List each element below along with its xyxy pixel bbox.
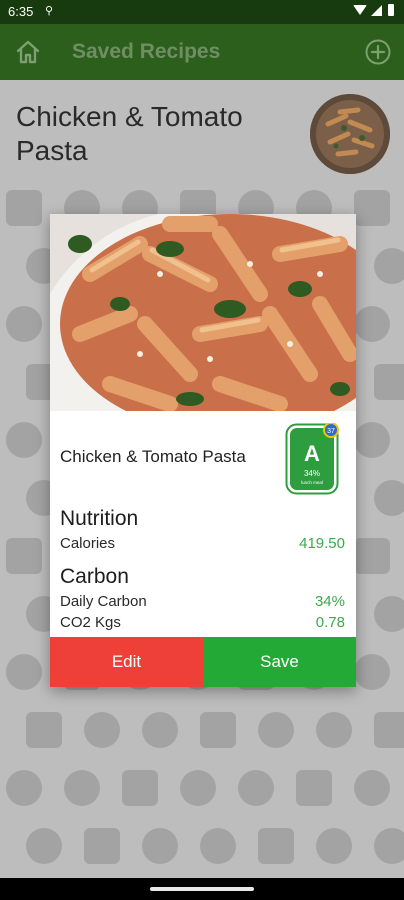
food-pattern-icon bbox=[6, 190, 42, 226]
status-time: 6:35 bbox=[8, 4, 34, 19]
food-pattern-icon bbox=[354, 538, 390, 574]
food-pattern-icon bbox=[26, 828, 62, 864]
food-pattern-icon bbox=[84, 828, 120, 864]
calories-label: Calories bbox=[60, 535, 116, 552]
recipe-photo bbox=[50, 214, 356, 411]
pasta-thumbnail-image bbox=[310, 94, 390, 174]
food-pattern-icon bbox=[6, 538, 42, 574]
system-nav-bar bbox=[0, 878, 404, 900]
food-pattern-icon bbox=[200, 828, 236, 864]
food-pattern-icon bbox=[258, 828, 294, 864]
calories-value: 419.50 bbox=[299, 535, 345, 552]
food-pattern-icon bbox=[374, 712, 404, 748]
badge-percent: 34% bbox=[304, 469, 320, 478]
food-pattern-icon bbox=[142, 712, 178, 748]
food-pattern-icon bbox=[354, 770, 390, 806]
status-icons bbox=[353, 4, 394, 16]
food-pattern-icon bbox=[64, 770, 100, 806]
food-pattern-icon bbox=[142, 828, 178, 864]
food-pattern-icon bbox=[316, 712, 352, 748]
co2-kgs-value: 0.78 bbox=[315, 614, 345, 631]
home-button[interactable] bbox=[14, 38, 42, 66]
food-pattern-icon bbox=[374, 480, 404, 516]
food-pattern-icon bbox=[84, 712, 120, 748]
home-gesture-handle[interactable] bbox=[150, 887, 254, 891]
food-pattern-icon bbox=[354, 654, 390, 690]
food-pattern-icon bbox=[296, 770, 332, 806]
usb-icon: ⚲ bbox=[45, 5, 54, 17]
food-pattern-icon bbox=[354, 422, 390, 458]
food-pattern-icon bbox=[374, 828, 404, 864]
co2-kgs-label: CO2 Kgs bbox=[60, 614, 121, 631]
food-pattern-icon bbox=[200, 712, 236, 748]
pasta-photo bbox=[50, 214, 356, 411]
food-pattern-icon bbox=[180, 770, 216, 806]
battery-icon bbox=[388, 4, 394, 16]
save-button[interactable]: Save bbox=[203, 637, 356, 687]
food-pattern-icon bbox=[238, 770, 274, 806]
nutrition-heading: Nutrition bbox=[60, 507, 139, 530]
food-pattern-icon bbox=[6, 306, 42, 342]
add-recipe-button[interactable] bbox=[364, 38, 392, 66]
recipe-thumbnail[interactable] bbox=[310, 94, 390, 174]
food-pattern-icon bbox=[6, 654, 42, 690]
wifi-icon bbox=[353, 5, 367, 15]
food-pattern-icon bbox=[374, 596, 404, 632]
badge-dot-value: 37 bbox=[327, 428, 335, 435]
food-pattern-icon bbox=[6, 770, 42, 806]
food-pattern-icon bbox=[354, 306, 390, 342]
daily-carbon-label: Daily Carbon bbox=[60, 593, 147, 610]
edit-button[interactable]: Edit bbox=[50, 637, 203, 687]
app-bar: Saved Recipes bbox=[0, 24, 404, 80]
signal-icon bbox=[371, 4, 382, 16]
food-pattern-icon bbox=[258, 712, 294, 748]
badge-caption: lunch meal bbox=[301, 480, 323, 485]
badge-grade: A bbox=[304, 441, 320, 466]
dialog-recipe-title: Chicken & Tomato Pasta bbox=[60, 447, 246, 466]
food-pattern-icon bbox=[374, 364, 404, 400]
food-pattern-icon bbox=[6, 422, 42, 458]
food-pattern-icon bbox=[122, 770, 158, 806]
status-bar: 6:35 ⚲ bbox=[0, 0, 404, 24]
food-pattern-icon bbox=[316, 828, 352, 864]
recipe-heading: Chicken & Tomato Pasta bbox=[16, 101, 243, 166]
food-pattern-icon bbox=[26, 712, 62, 748]
daily-carbon-value: 34% bbox=[314, 593, 345, 610]
app-title: Saved Recipes bbox=[72, 40, 221, 63]
carbon-heading: Carbon bbox=[60, 565, 129, 588]
carbon-grade-badge: 37 A 34% lunch meal bbox=[285, 422, 339, 495]
recipe-detail-dialog: Chicken & Tomato Pasta 37 A 34% lunch me… bbox=[50, 214, 356, 687]
home-icon bbox=[16, 40, 40, 64]
food-pattern-icon bbox=[374, 248, 404, 284]
food-pattern-icon bbox=[354, 190, 390, 226]
add-circle-icon bbox=[365, 39, 391, 65]
